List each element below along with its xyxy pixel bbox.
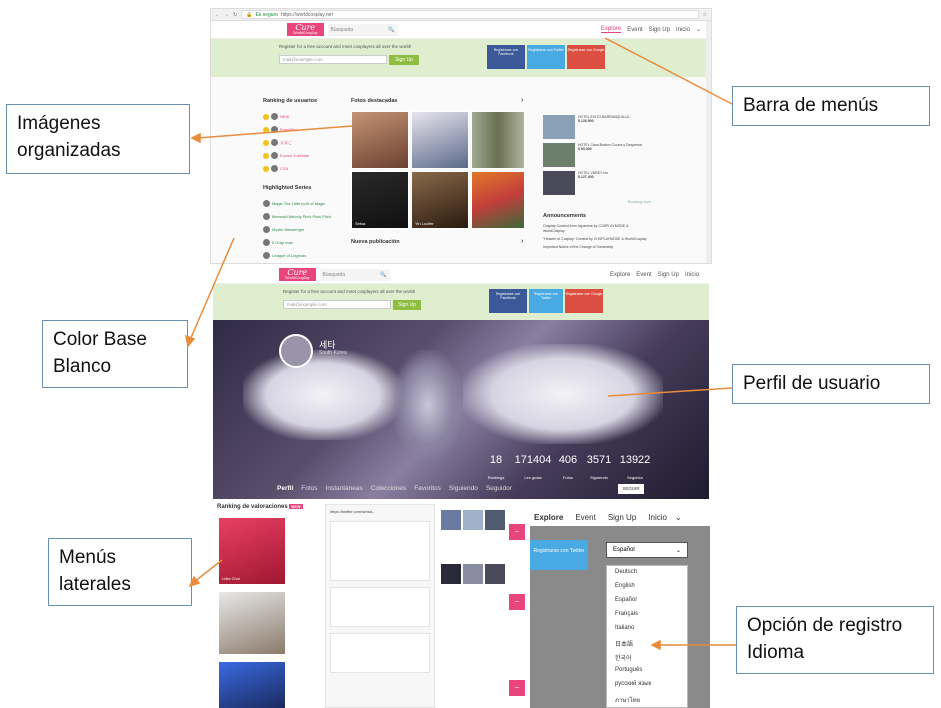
arrow-color-head bbox=[184, 334, 196, 348]
arrow-menubar bbox=[604, 37, 733, 105]
arrow-side-menus bbox=[193, 559, 223, 583]
arrow-profile bbox=[607, 387, 733, 397]
arrow-images-head bbox=[190, 132, 201, 144]
callout-arrows bbox=[184, 37, 736, 651]
arrow-language-head bbox=[650, 639, 661, 651]
arrow-color bbox=[189, 237, 235, 341]
arrow-images bbox=[197, 125, 353, 139]
